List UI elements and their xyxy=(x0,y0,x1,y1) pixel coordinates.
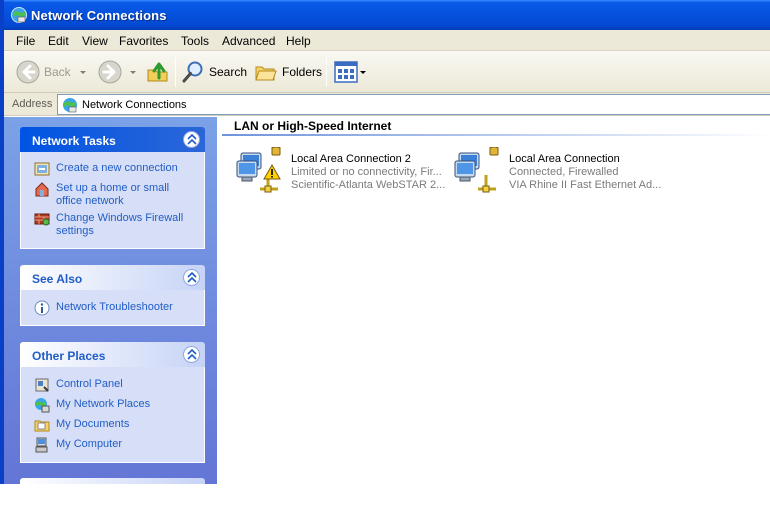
connection-name: Local Area Connection xyxy=(509,153,620,165)
menu-bar: File Edit View Favorites Tools Advanced … xyxy=(4,30,770,51)
other-places-body: Control Panel My Network Places My Docum… xyxy=(20,367,205,463)
my-network-places-link[interactable]: My Network Places xyxy=(21,398,196,413)
up-folder-button[interactable] xyxy=(146,51,170,93)
create-new-connection-label: Create a new connection xyxy=(56,162,178,174)
connection-device: VIA Rhine II Fast Ethernet Ad... xyxy=(509,179,662,191)
other-places-title: Other Places xyxy=(32,349,106,363)
connection-item[interactable]: Local Area Connection 2 Limited or no co… xyxy=(236,147,451,197)
forward-arrow-icon xyxy=(98,60,122,84)
file-view: LAN or High-Speed Internet Local Area Co… xyxy=(217,117,770,484)
control-panel-label: Control Panel xyxy=(56,378,123,390)
network-tasks-header[interactable]: Network Tasks xyxy=(20,127,205,152)
menu-edit[interactable]: Edit xyxy=(48,34,69,48)
network-connections-icon xyxy=(11,7,27,23)
menu-file[interactable]: File xyxy=(16,34,35,48)
connection-device: Scientific-Atlanta WebSTAR 2... xyxy=(291,179,446,191)
network-tasks-body: Create a new connection Set up a home or… xyxy=(20,152,205,249)
title-bar[interactable]: Network Connections xyxy=(4,0,770,30)
home-network-link[interactable]: Set up a home or small office network xyxy=(21,182,196,208)
home-network-icon xyxy=(35,182,49,197)
see-also-title: See Also xyxy=(32,272,83,286)
documents-folder-icon xyxy=(34,420,50,432)
forward-history-dropdown-icon[interactable] xyxy=(130,71,136,74)
folders-button[interactable]: Folders xyxy=(254,51,322,93)
details-header[interactable] xyxy=(20,478,205,484)
create-new-connection-link[interactable]: Create a new connection xyxy=(21,162,196,176)
network-tasks-title: Network Tasks xyxy=(32,134,116,148)
network-troubleshooter-label: Network Troubleshooter xyxy=(56,301,173,313)
home-network-label: Set up a home or small office network xyxy=(56,182,170,207)
chevron-up-icon xyxy=(187,134,197,145)
folders-label: Folders xyxy=(282,65,323,79)
group-divider xyxy=(222,134,770,136)
toolbar: Back Search Folders xyxy=(4,51,770,93)
my-documents-label: My Documents xyxy=(56,418,130,430)
menu-advanced[interactable]: Advanced xyxy=(222,34,275,48)
forward-button[interactable] xyxy=(98,51,122,93)
address-value: Network Connections xyxy=(82,99,187,111)
new-connection-icon xyxy=(34,162,50,176)
explorer-window: Network Connections File Edit View Favor… xyxy=(0,0,770,484)
address-input[interactable]: Network Connections xyxy=(57,94,770,115)
other-places-header[interactable]: Other Places xyxy=(20,342,205,367)
firewall-settings-link[interactable]: Change Windows Firewall settings xyxy=(21,212,196,238)
search-button[interactable]: Search xyxy=(181,51,247,93)
my-computer-label: My Computer xyxy=(56,438,123,450)
views-button[interactable] xyxy=(334,51,358,93)
my-network-places-label: My Network Places xyxy=(56,398,151,410)
toolbar-separator xyxy=(326,57,327,87)
toolbar-separator xyxy=(175,57,176,87)
connection-item[interactable]: Local Area Connection Connected, Firewal… xyxy=(454,147,669,197)
chevron-up-icon xyxy=(187,272,197,283)
other-places-panel: Other Places Control Panel My Network Pl… xyxy=(20,342,205,463)
network-connections-icon xyxy=(63,98,77,113)
menu-tools[interactable]: Tools xyxy=(181,34,209,48)
firewall-icon xyxy=(34,213,50,226)
lan-connection-icon xyxy=(454,147,499,193)
see-also-body: Network Troubleshooter xyxy=(20,290,205,326)
connection-status: Limited or no connectivity, Fir... xyxy=(291,166,442,178)
menu-favorites[interactable]: Favorites xyxy=(119,34,168,48)
views-icon xyxy=(334,61,358,83)
address-label: Address xyxy=(12,98,53,110)
details-panel xyxy=(20,478,205,484)
see-also-panel: See Also Network Troubleshooter xyxy=(20,265,205,326)
back-history-dropdown-icon[interactable] xyxy=(80,71,86,74)
collapse-see-also-button[interactable] xyxy=(183,269,200,286)
group-heading: LAN or High-Speed Internet xyxy=(234,119,392,133)
my-computer-link[interactable]: My Computer xyxy=(21,437,196,453)
back-label: Back xyxy=(44,65,71,79)
my-documents-link[interactable]: My Documents xyxy=(21,418,196,432)
network-troubleshooter-link[interactable]: Network Troubleshooter xyxy=(21,300,196,316)
back-arrow-icon xyxy=(16,60,40,84)
chevron-up-icon xyxy=(187,349,197,360)
up-folder-icon xyxy=(147,62,168,82)
task-pane: Network Tasks Create a new connection Se… xyxy=(4,117,217,484)
connection-status: Connected, Firewalled xyxy=(509,166,619,178)
lan-connection-warning-icon xyxy=(236,147,281,193)
folders-icon xyxy=(255,66,277,81)
window-title: Network Connections xyxy=(31,8,167,23)
network-places-icon xyxy=(35,398,50,413)
search-label: Search xyxy=(209,65,248,79)
firewall-settings-label: Change Windows Firewall settings xyxy=(56,212,184,237)
network-tasks-panel: Network Tasks Create a new connection Se… xyxy=(20,127,205,249)
my-computer-icon xyxy=(35,437,48,453)
connection-name: Local Area Connection 2 xyxy=(291,153,411,165)
search-icon xyxy=(182,61,203,83)
menu-view[interactable]: View xyxy=(82,34,108,48)
address-bar: Address Network Connections xyxy=(4,93,770,116)
back-button[interactable]: Back xyxy=(16,51,71,93)
views-dropdown-icon[interactable] xyxy=(360,71,366,74)
collapse-other-places-button[interactable] xyxy=(183,346,200,363)
collapse-network-tasks-button[interactable] xyxy=(183,131,200,148)
control-panel-icon xyxy=(35,378,49,392)
menu-help[interactable]: Help xyxy=(286,34,311,48)
see-also-header[interactable]: See Also xyxy=(20,265,205,290)
info-icon xyxy=(34,300,50,316)
control-panel-link[interactable]: Control Panel xyxy=(21,378,196,392)
